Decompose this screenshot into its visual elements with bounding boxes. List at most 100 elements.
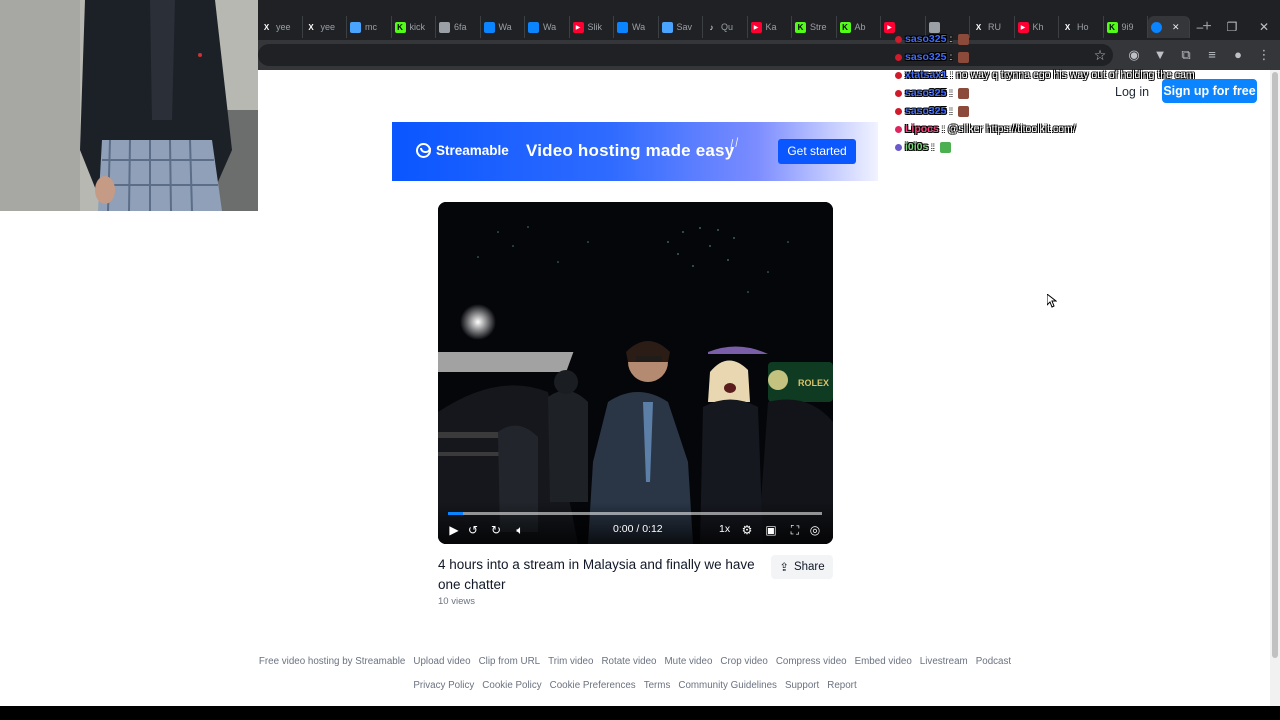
kick-icon: K bbox=[394, 21, 406, 33]
picture-in-picture-icon[interactable]: ▣ bbox=[762, 521, 780, 539]
browser-tab[interactable]: ▶ Ka bbox=[748, 16, 792, 38]
svg-text:ROLEX: ROLEX bbox=[798, 378, 829, 388]
playback-speed-button[interactable]: 1x bbox=[719, 523, 730, 535]
footer-link[interactable]: Clip from URL bbox=[479, 656, 541, 667]
streamable-watermark-icon[interactable]: ◎ bbox=[806, 521, 824, 539]
video-progress-bar[interactable] bbox=[448, 512, 822, 515]
view-count: 10 views bbox=[438, 596, 475, 607]
share-button[interactable]: ⇪ Share bbox=[771, 555, 833, 579]
chat-text: @sliker https://titoolkit.com/ bbox=[947, 123, 1076, 135]
tab-label: mc bbox=[365, 22, 377, 32]
streamable-icon bbox=[617, 21, 628, 33]
chat-separator: : bbox=[949, 105, 953, 117]
footer-link[interactable]: Upload video bbox=[413, 656, 470, 667]
footer-link[interactable]: Report bbox=[827, 680, 856, 691]
chat-username: saso325 bbox=[905, 33, 947, 45]
scrollbar-thumb[interactable] bbox=[1272, 72, 1278, 658]
streamable-icon bbox=[483, 21, 495, 33]
kick-icon: K bbox=[795, 21, 806, 33]
footer-link[interactable]: Mute video bbox=[664, 656, 712, 667]
footer-link[interactable]: Rotate video bbox=[601, 656, 656, 667]
chat-separator: : bbox=[950, 69, 953, 81]
profile-avatar-icon[interactable]: ● bbox=[1228, 44, 1248, 66]
chat-message: xtatsax1: no way q trynna ego his way out… bbox=[895, 66, 1225, 84]
streamable-logo-icon bbox=[416, 143, 431, 158]
webcam-overlay bbox=[0, 0, 258, 211]
settings-gear-icon[interactable]: ⚙ bbox=[738, 521, 756, 539]
chat-badge-icon bbox=[895, 53, 902, 61]
chat-separator: : bbox=[949, 87, 953, 99]
chat-username: saso325 bbox=[905, 51, 947, 63]
check-icon bbox=[661, 21, 673, 33]
browser-tab[interactable]: Sav bbox=[659, 16, 703, 38]
youtube-icon: ▶ bbox=[750, 21, 762, 33]
footer-link[interactable]: Terms bbox=[644, 680, 671, 691]
kebab-menu-icon[interactable]: ⋮ bbox=[1254, 44, 1274, 66]
browser-tab[interactable]: Wa bbox=[614, 16, 659, 38]
footer-link[interactable]: Crop video bbox=[720, 656, 767, 667]
close-window-button[interactable]: ✕ bbox=[1248, 16, 1280, 38]
forward-icon[interactable]: ↻ bbox=[487, 521, 505, 539]
fullscreen-icon[interactable]: ⛶ bbox=[786, 521, 804, 539]
footer-link[interactable]: Compress video bbox=[776, 656, 847, 667]
chat-emote-icon bbox=[940, 141, 952, 153]
footer-link[interactable]: Free video hosting by Streamable bbox=[259, 656, 406, 667]
kick-icon: K bbox=[839, 21, 851, 33]
chat-message: saso325: bbox=[895, 84, 1225, 102]
chat-badge-icon bbox=[895, 89, 902, 97]
tab-label: Sav bbox=[676, 22, 693, 32]
stream-chat-overlay: saso325: saso325: xtatsax1: no way q trynna… bbox=[895, 30, 1225, 156]
footer-link[interactable]: Podcast bbox=[976, 656, 1011, 667]
browser-tab[interactable]: ▶ Slik bbox=[570, 16, 614, 38]
tab-label: Slik bbox=[587, 22, 603, 32]
video-progress-fill bbox=[448, 512, 463, 515]
footer-link[interactable]: Support bbox=[785, 680, 819, 691]
tab-label: Stre bbox=[810, 22, 827, 32]
rewind-icon[interactable]: ↺ bbox=[464, 521, 482, 539]
chat-username: saso325 bbox=[905, 105, 947, 117]
chat-emote-icon bbox=[958, 87, 970, 99]
footer-link[interactable]: Embed video bbox=[855, 656, 912, 667]
chat-badge-icon bbox=[895, 107, 902, 115]
video-player[interactable]: ROLEX ▶ ↺ ↻ 🔈︎ 0:00 / 0:12 1x ⚙ ▣ ⛶ ◎ bbox=[438, 202, 833, 544]
play-icon[interactable]: ▶ bbox=[445, 521, 463, 539]
footer-link[interactable]: Cookie Preferences bbox=[550, 680, 636, 691]
browser-tab[interactable]: Kkick bbox=[392, 16, 436, 38]
chat-separator: : bbox=[931, 141, 935, 153]
footer-link[interactable]: Privacy Policy bbox=[413, 680, 474, 691]
browser-tab[interactable]: 6fa bbox=[436, 16, 481, 38]
globe-icon bbox=[439, 21, 450, 33]
video-controls: ▶ ↺ ↻ 🔈︎ 0:00 / 0:12 1x ⚙ ▣ ⛶ ◎ bbox=[438, 502, 833, 544]
footer-link[interactable]: Trim video bbox=[548, 656, 593, 667]
volume-icon[interactable]: 🔈︎ bbox=[511, 521, 529, 539]
chat-username: i0i0s bbox=[905, 141, 929, 153]
chat-separator: : bbox=[949, 33, 953, 45]
browser-tab[interactable]: ♪ Qu bbox=[703, 16, 748, 38]
tab-label: Wa bbox=[632, 22, 646, 32]
browser-tab[interactable]: Wa bbox=[481, 16, 525, 38]
footer-link[interactable]: Community Guidelines bbox=[678, 680, 777, 691]
chat-emote-icon bbox=[958, 33, 970, 45]
browser-tab[interactable]: Wa bbox=[525, 16, 570, 38]
footer-link[interactable]: Livestream bbox=[920, 656, 968, 667]
chat-message: saso325: bbox=[895, 30, 1225, 48]
browser-tab[interactable]: Xyee bbox=[303, 16, 347, 38]
video-title: 4 hours into a stream in Malaysia and fi… bbox=[438, 557, 755, 592]
browser-tab[interactable]: Xyee bbox=[258, 16, 303, 38]
footer-link[interactable]: Cookie Policy bbox=[482, 680, 541, 691]
chat-badge-icon bbox=[895, 125, 902, 133]
browser-tab[interactable]: K Ab bbox=[837, 16, 881, 38]
streamable-logo: Streamable bbox=[416, 143, 509, 158]
footer-links-primary: Free video hosting by Streamable Upload v… bbox=[0, 656, 1270, 667]
tab-label: Wa bbox=[498, 22, 512, 32]
browser-tab[interactable]: K Stre bbox=[792, 16, 837, 38]
share-label: Share bbox=[793, 561, 825, 573]
tab-label: 6fa bbox=[454, 22, 467, 32]
promo-banner[interactable]: Streamable Video hosting made easy ⁄ ⁄ G… bbox=[392, 122, 878, 181]
page-scrollbar[interactable] bbox=[1270, 70, 1280, 706]
get-started-button[interactable]: Get started bbox=[778, 139, 856, 164]
chat-message: saso325: bbox=[895, 102, 1225, 120]
chat-message: Lipocs: @sliker https://titoolkit.com/ bbox=[895, 120, 1225, 138]
chat-username: xtatsax1 bbox=[905, 69, 948, 81]
browser-tab[interactable]: mc bbox=[347, 16, 392, 38]
